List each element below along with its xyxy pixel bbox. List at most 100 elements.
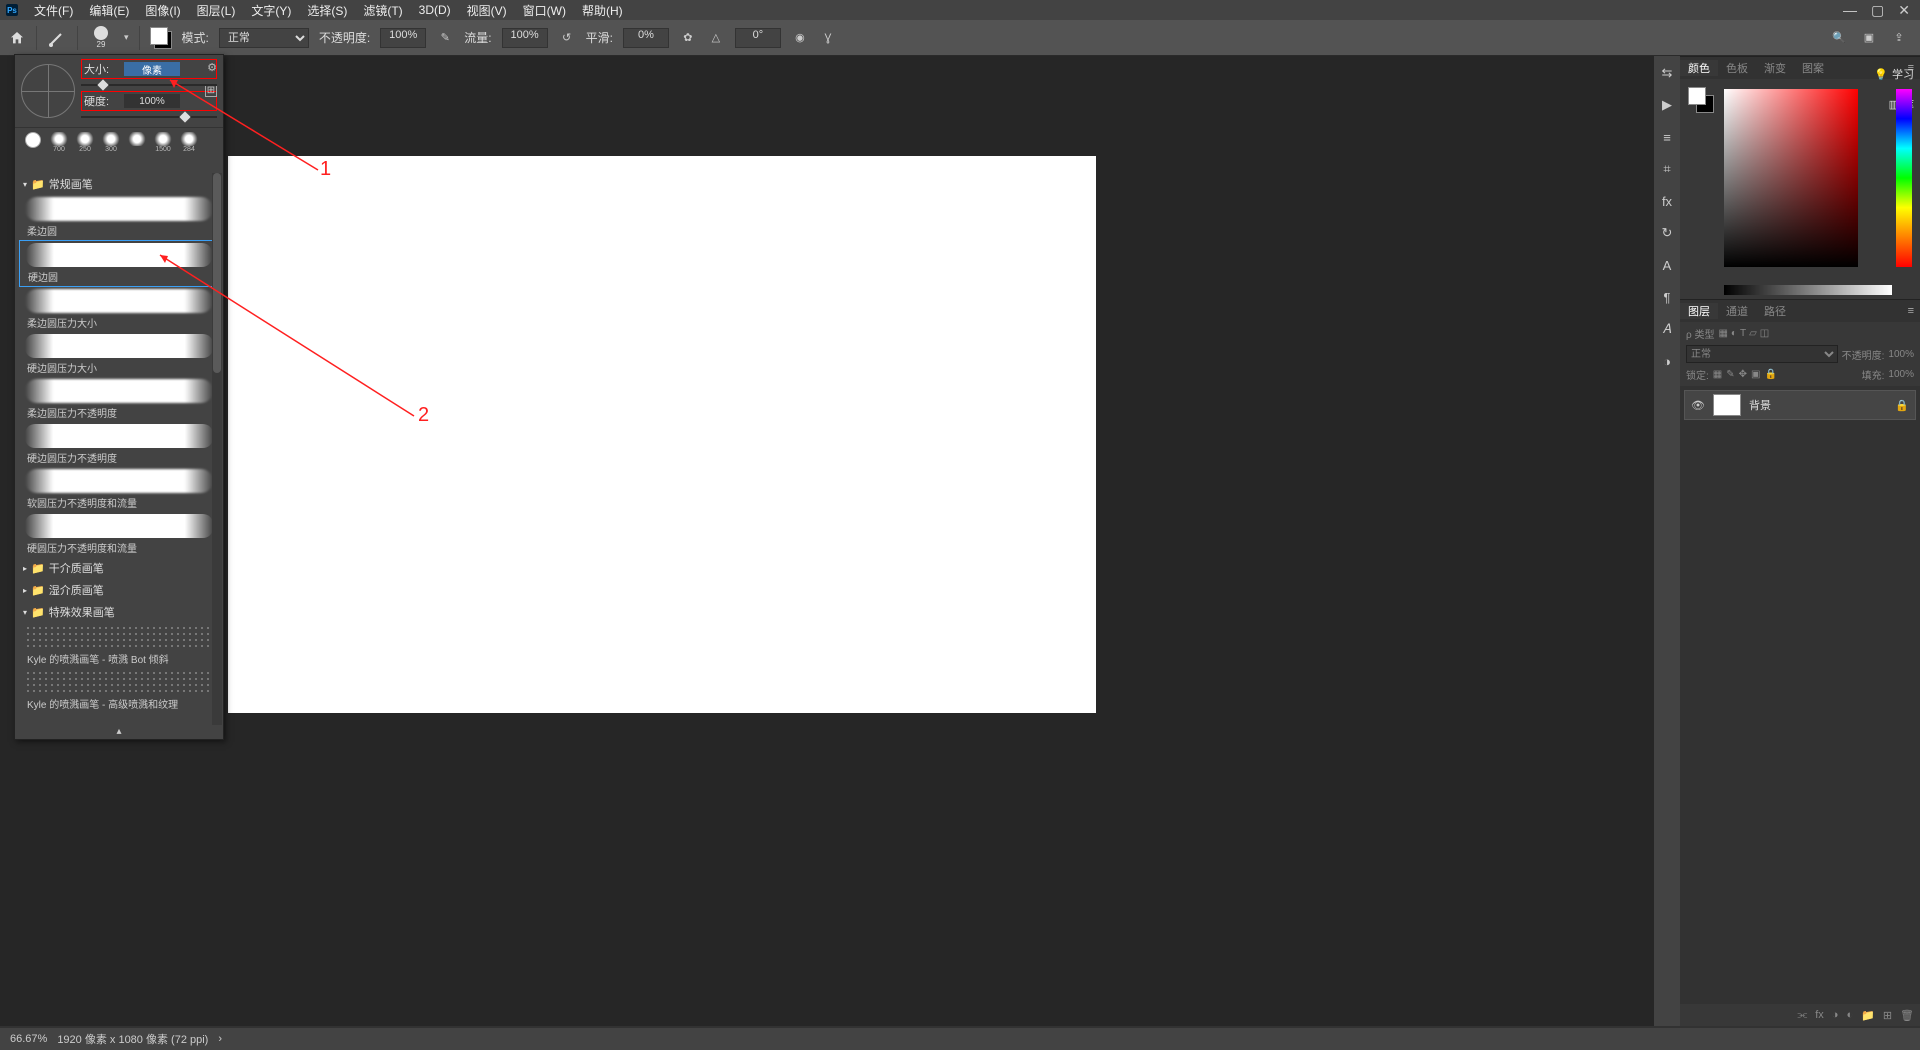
chevron-down-icon[interactable]: ▾ — [124, 32, 129, 43]
smooth-gear-icon[interactable]: ✿ — [679, 29, 697, 47]
menu-filter[interactable]: 滤镜(T) — [355, 2, 410, 19]
tab-swatches[interactable]: 色板 — [1718, 60, 1756, 76]
brush-item[interactable] — [25, 514, 213, 538]
search-icon[interactable]: 🔍 — [1830, 29, 1848, 47]
menu-window[interactable]: 窗口(W) — [515, 2, 574, 19]
lock-artboard-icon[interactable]: ▣ — [1751, 369, 1760, 380]
visibility-icon[interactable]: 👁 — [1691, 399, 1705, 412]
tab-paths[interactable]: 路径 — [1756, 303, 1794, 319]
close-icon[interactable]: ✕ — [1898, 2, 1910, 19]
value-strip[interactable] — [1724, 285, 1892, 295]
adjust-icon[interactable]: ◐ — [1846, 1009, 1853, 1021]
brush-item-selected[interactable] — [26, 243, 212, 267]
menu-select[interactable]: 选择(S) — [299, 2, 355, 19]
smooth-input[interactable]: 0% — [623, 28, 669, 48]
blend-mode-select[interactable]: 正常 — [1686, 345, 1838, 363]
tab-layers[interactable]: 图层 — [1680, 303, 1718, 319]
menu-view[interactable]: 视图(V) — [459, 2, 515, 19]
panel-gear-icon[interactable]: ⚙ — [207, 61, 217, 74]
lock-move-icon[interactable]: ✥ — [1739, 369, 1747, 380]
folder-wet[interactable]: ▸📁 湿介质画笔 — [19, 579, 219, 601]
recent-brush[interactable]: 284 — [177, 132, 201, 156]
strip-icon[interactable]: ↻ — [1658, 224, 1676, 242]
filter-pixel-icon[interactable]: ▦ — [1718, 328, 1727, 339]
link-icon[interactable]: ⫘ — [1797, 1009, 1807, 1022]
brush-preset-picker[interactable]: 29 — [88, 25, 114, 51]
hue-slider[interactable] — [1896, 89, 1912, 267]
tab-pattern[interactable]: 图案 — [1794, 60, 1832, 76]
workspace-icon[interactable]: ▣ — [1860, 29, 1878, 47]
group-icon[interactable]: 📁 — [1861, 1009, 1875, 1022]
blend-mode-select[interactable]: 正常 — [219, 28, 309, 48]
lock-pixels-icon[interactable]: ▦ — [1713, 369, 1722, 380]
folder-dry[interactable]: ▸📁 干介质画笔 — [19, 557, 219, 579]
resize-handle-icon[interactable]: ▴ — [15, 726, 223, 737]
recent-brush[interactable]: 250 — [73, 132, 97, 156]
size-slider-thumb[interactable] — [97, 79, 108, 90]
pressure-size-icon[interactable]: ◉ — [791, 29, 809, 47]
tab-channels[interactable]: 通道 — [1718, 303, 1756, 319]
folder-fx[interactable]: ▾📁 特殊效果画笔 — [19, 601, 219, 623]
layer-thumbnail[interactable] — [1713, 394, 1741, 416]
panel-menu-icon[interactable]: ≡ — [1902, 305, 1920, 317]
strip-icon[interactable]: ⇆ — [1658, 64, 1676, 82]
mask-icon[interactable]: ◑ — [1832, 1009, 1839, 1021]
lock-all-icon[interactable]: 🔒 — [1764, 369, 1776, 380]
menu-3d[interactable]: 3D(D) — [411, 3, 459, 17]
strip-icon[interactable]: fx — [1658, 192, 1676, 210]
angle-input[interactable]: 0° — [735, 28, 781, 48]
layer-name[interactable]: 背景 — [1749, 397, 1771, 413]
strip-icon[interactable]: A — [1658, 256, 1676, 274]
strip-icon[interactable]: ◑ — [1658, 352, 1676, 370]
opacity-input[interactable]: 100% — [380, 28, 426, 48]
brush-item[interactable] — [25, 379, 213, 403]
recent-brush[interactable]: 700 — [47, 132, 71, 156]
flow-input[interactable]: 100% — [502, 28, 548, 48]
strip-icon[interactable]: ¶ — [1658, 288, 1676, 306]
chevron-right-icon[interactable]: › — [218, 1033, 222, 1045]
brush-list-scrollbar[interactable] — [212, 173, 222, 725]
recent-brush[interactable] — [125, 132, 149, 156]
recent-brush[interactable]: 1500 — [151, 132, 175, 156]
filter-type-icon[interactable]: T — [1740, 328, 1746, 339]
doc-info[interactable]: 1920 像素 x 1080 像素 (72 ppi) — [57, 1031, 208, 1047]
share-icon[interactable]: ⇪ — [1890, 29, 1908, 47]
menu-type[interactable]: 文字(Y) — [243, 2, 299, 19]
menu-file[interactable]: 文件(F) — [26, 2, 81, 19]
strip-icon[interactable]: ≡ — [1658, 128, 1676, 146]
symmetry-icon[interactable]: Ɣ — [819, 29, 837, 47]
layer-opacity-value[interactable]: 100% — [1888, 349, 1914, 360]
lock-position-icon[interactable]: ✎ — [1726, 369, 1734, 380]
brush-item[interactable] — [25, 197, 213, 221]
recent-brush[interactable] — [21, 132, 45, 156]
hardness-slider-thumb[interactable] — [179, 111, 190, 122]
size-input[interactable] — [124, 62, 180, 76]
menu-image[interactable]: 图像(I) — [137, 2, 188, 19]
tab-gradient[interactable]: 渐变 — [1756, 60, 1794, 76]
menu-layer[interactable]: 图层(L) — [189, 2, 244, 19]
brush-item[interactable] — [25, 289, 213, 313]
brush-item[interactable] — [25, 670, 213, 694]
brush-item[interactable] — [25, 469, 213, 493]
fg-color-swatch[interactable] — [1688, 87, 1706, 105]
brush-tool-icon[interactable] — [47, 28, 67, 48]
fx-icon[interactable]: fx — [1815, 1009, 1824, 1021]
tab-color[interactable]: 颜色 — [1680, 60, 1718, 76]
trash-icon[interactable]: 🗑 — [1900, 1009, 1914, 1022]
layer-row[interactable]: 👁 背景 🔒 — [1684, 390, 1916, 420]
menu-help[interactable]: 帮助(H) — [574, 2, 631, 19]
brush-item[interactable] — [25, 334, 213, 358]
new-layer-icon[interactable]: ⊞ — [1883, 1009, 1892, 1022]
strip-icon[interactable]: 𝐴 — [1658, 320, 1676, 338]
hardness-input[interactable] — [124, 94, 180, 108]
folder-general[interactable]: ▾📁 常规画笔 — [19, 173, 219, 195]
pressure-opacity-icon[interactable]: ✎ — [436, 29, 454, 47]
airbrush-icon[interactable]: ↺ — [558, 29, 576, 47]
color-swap-icon[interactable] — [150, 27, 172, 49]
filter-shape-icon[interactable]: ▱ — [1749, 328, 1757, 339]
maximize-icon[interactable]: ▢ — [1871, 2, 1884, 19]
canvas[interactable] — [228, 156, 1096, 713]
strip-icon[interactable]: ⌗ — [1658, 160, 1676, 178]
minimize-icon[interactable]: — — [1843, 2, 1857, 19]
filter-smart-icon[interactable]: ◫ — [1760, 328, 1769, 339]
